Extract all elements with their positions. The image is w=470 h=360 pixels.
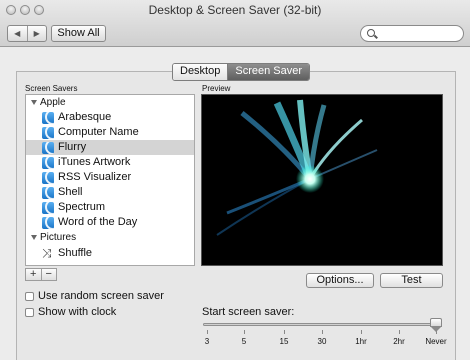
slider-tick-label: 3 [204, 337, 210, 346]
add-button[interactable]: + [26, 269, 42, 280]
screensaver-icon [42, 172, 54, 184]
slider-tick-label: 5 [241, 337, 247, 346]
slider-tick-label: Never [425, 337, 447, 346]
list-item[interactable]: Shell [26, 185, 194, 200]
list-item[interactable]: ⤨ Shuffle [26, 246, 194, 261]
list-item[interactable]: Word of the Day [26, 215, 194, 230]
list-item[interactable]: RSS Visualizer [26, 170, 194, 185]
forward-arrow-icon[interactable]: ▶ [28, 26, 47, 41]
remove-button[interactable]: − [42, 269, 57, 280]
list-item-label: Shuffle [58, 247, 93, 259]
slider-tick [436, 330, 437, 334]
start-slider-track[interactable] [203, 323, 439, 326]
group-row-pictures[interactable]: Pictures [26, 231, 194, 246]
list-item-label: iTunes Artwork [58, 156, 131, 168]
slider-tick-label: 2hr [393, 337, 405, 346]
disclosure-triangle-icon[interactable] [31, 234, 37, 240]
slider-tick [399, 330, 400, 334]
back-arrow-icon[interactable]: ◀ [8, 26, 28, 41]
list-item-label: Flurry [58, 141, 87, 153]
tab-desktop[interactable]: Desktop [173, 64, 229, 80]
group-label: Pictures [40, 232, 77, 243]
slider-tick [284, 330, 285, 334]
show-all-button[interactable]: Show All [51, 25, 106, 42]
back-forward-control: ◀ ▶ [7, 25, 47, 42]
list-item[interactable]: iTunes Artwork [26, 155, 194, 170]
screensaver-icon [42, 112, 54, 124]
flurry-preview-image [216, 99, 378, 236]
add-remove-control: + − [25, 268, 57, 281]
show-with-clock-checkbox[interactable] [25, 308, 34, 317]
list-item[interactable]: Arabesque [26, 110, 194, 125]
list-item-selected[interactable]: Flurry [26, 140, 194, 155]
screen-saver-preview [201, 94, 443, 266]
list-item-label: Shell [58, 186, 83, 198]
random-screen-saver-label[interactable]: Use random screen saver [38, 290, 164, 302]
options-button[interactable]: Options... [306, 273, 374, 288]
screensaver-icon [42, 127, 54, 139]
preview-header: Preview [202, 84, 231, 93]
screensaver-icon [42, 157, 54, 169]
slider-tick-label: 1hr [355, 337, 367, 346]
list-item-label: Spectrum [58, 201, 106, 213]
window-title: Desktop & Screen Saver (32-bit) [148, 3, 322, 17]
show-with-clock-label[interactable]: Show with clock [38, 306, 116, 318]
title-bar: Desktop & Screen Saver (32-bit) ◀ ▶ Show… [0, 0, 470, 47]
group-row-apple[interactable]: Apple [26, 96, 194, 111]
screensaver-icon [42, 187, 54, 199]
list-item-label: RSS Visualizer [58, 171, 132, 183]
disclosure-triangle-icon[interactable] [31, 99, 37, 105]
search-input[interactable] [377, 27, 465, 42]
tab-bar: Desktop Screen Saver [172, 63, 311, 81]
list-item[interactable]: Spectrum [26, 200, 194, 215]
list-item-label: Computer Name [58, 126, 139, 138]
slider-tick-label: 30 [317, 337, 327, 346]
start-screen-saver-label: Start screen saver: [202, 306, 295, 318]
slider-tick [322, 330, 323, 334]
random-screen-saver-checkbox[interactable] [25, 292, 34, 301]
group-label: Apple [40, 97, 66, 108]
list-item[interactable]: Computer Name [26, 125, 194, 140]
list-item-label: Word of the Day [58, 216, 138, 228]
slider-tick [361, 330, 362, 334]
test-button[interactable]: Test [380, 273, 443, 288]
search-icon [367, 29, 375, 37]
search-field[interactable] [360, 25, 465, 42]
shuffle-icon: ⤨ [42, 246, 52, 260]
slider-tick [244, 330, 245, 334]
slider-tick [207, 330, 208, 334]
screensaver-icon [42, 202, 54, 214]
screen-saver-list[interactable]: Apple Arabesque Computer Name Flurry iTu… [25, 94, 195, 266]
screensaver-icon [42, 217, 54, 229]
screen-savers-header: Screen Savers [25, 84, 78, 93]
list-item-label: Arabesque [58, 111, 112, 123]
screensaver-icon [42, 142, 54, 154]
tab-screen-saver[interactable]: Screen Saver [228, 64, 310, 80]
slider-tick-label: 15 [279, 337, 289, 346]
